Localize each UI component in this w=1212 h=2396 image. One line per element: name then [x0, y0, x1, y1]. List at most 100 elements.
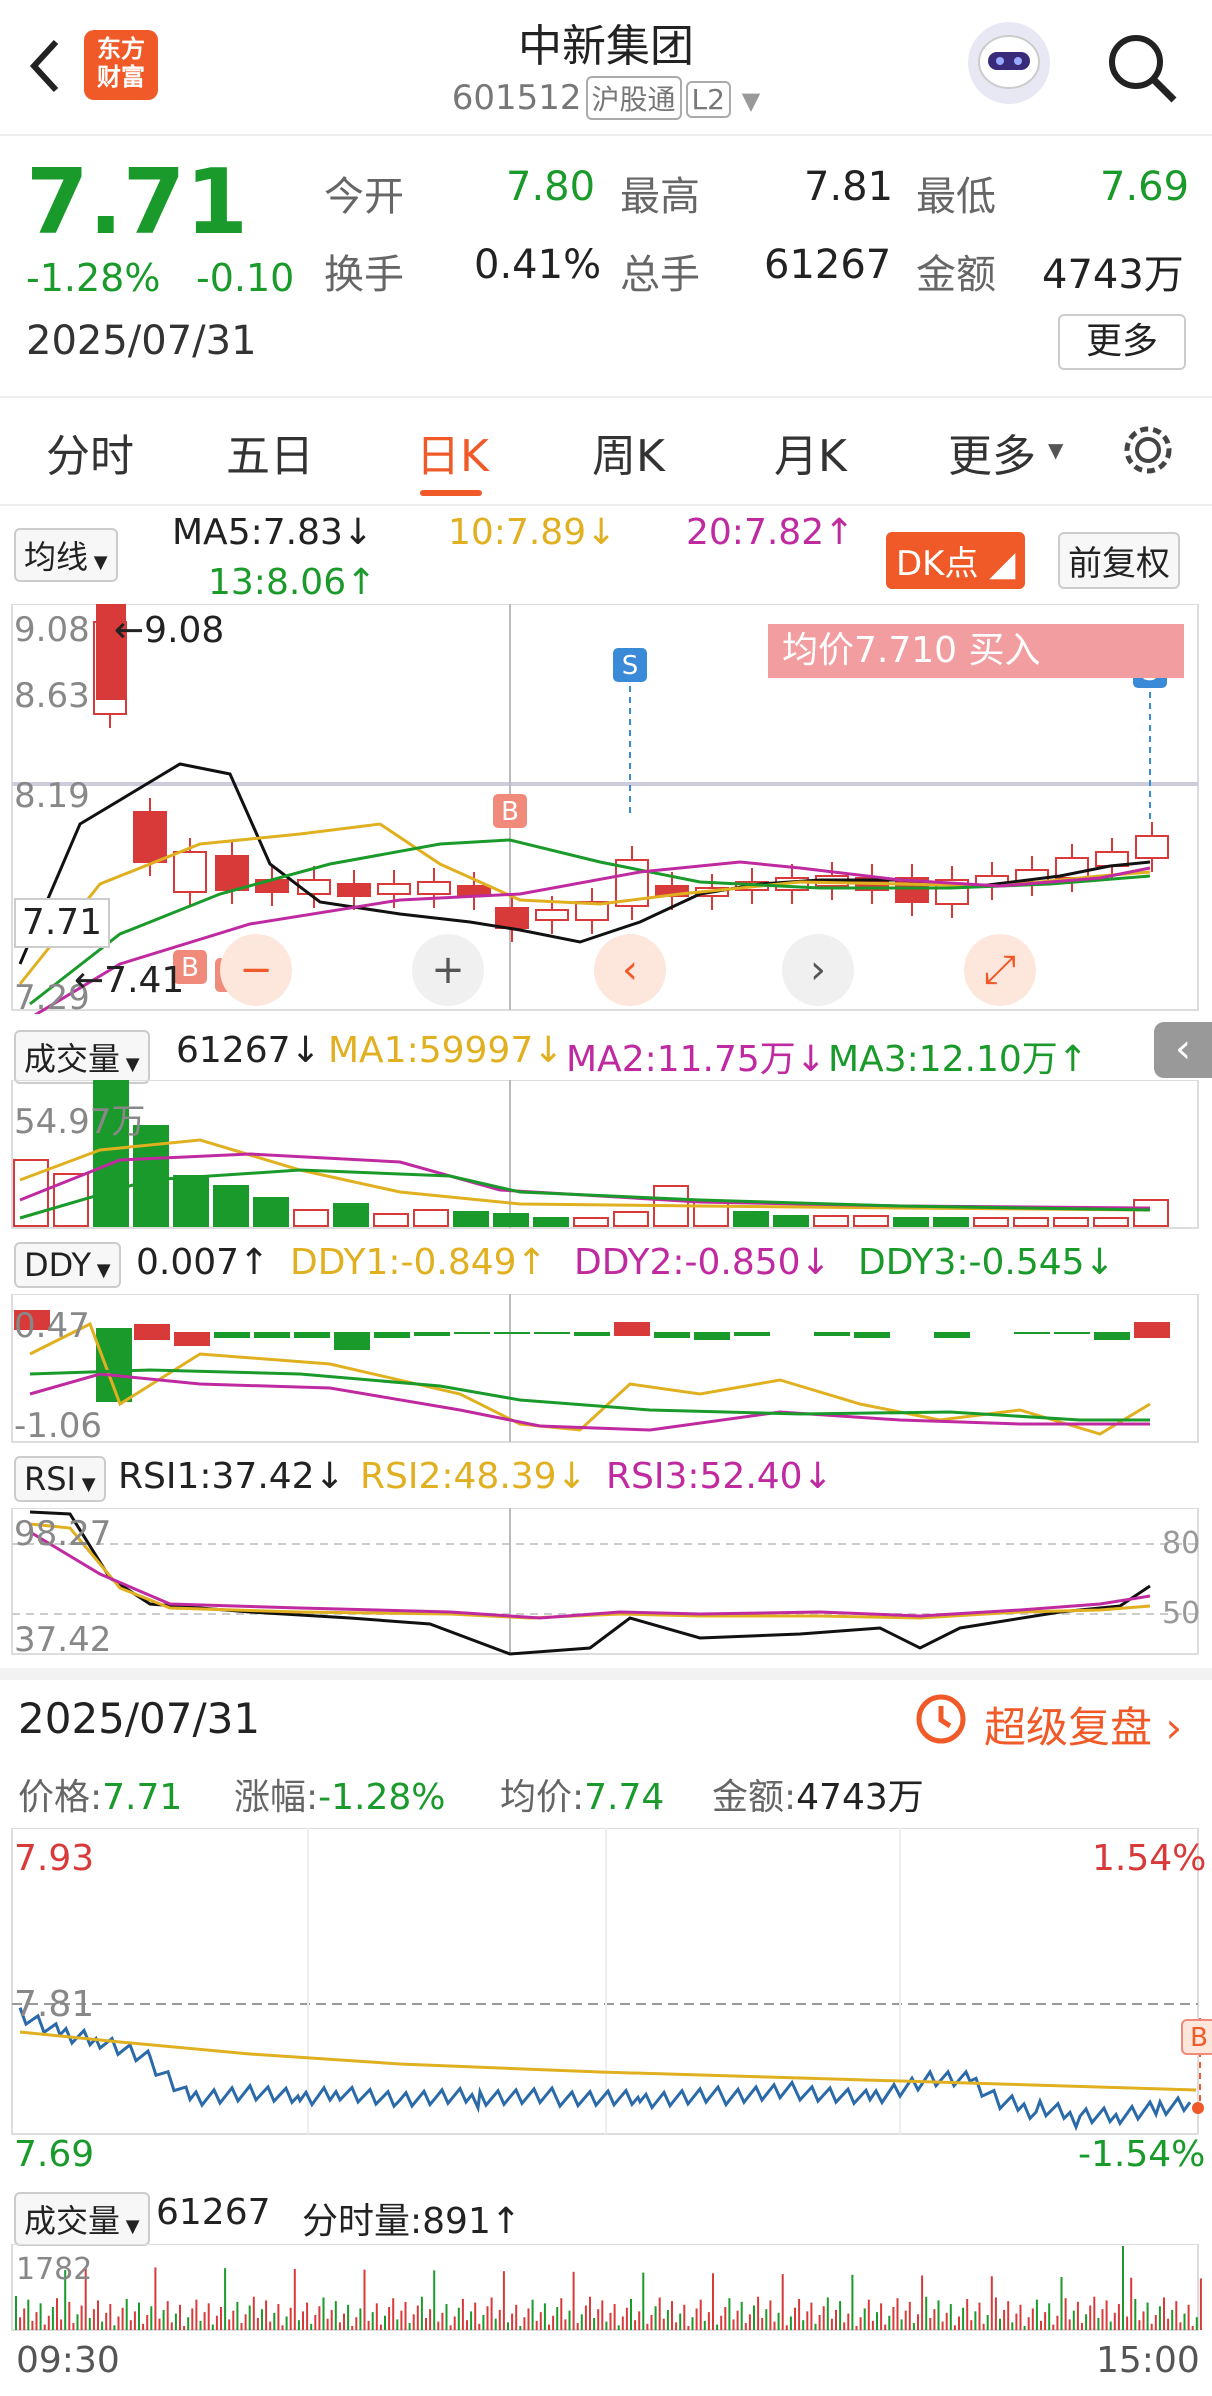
ddy-bar — [734, 1332, 770, 1336]
zoom-in-icon[interactable]: + — [412, 934, 484, 1006]
super-replay-link[interactable]: 超级复盘 › — [984, 1694, 1182, 1755]
intraday-volume-chart — [11, 2244, 1202, 2331]
ddy-bar — [134, 1324, 170, 1340]
intraday-price: 价格:7.71 — [18, 1777, 183, 1818]
intraday-avg: 均价:7.74 — [500, 1777, 665, 1818]
sell-marker-label: S — [622, 651, 639, 681]
adjust-button[interactable]: 前复权 — [1058, 532, 1180, 589]
indicator-select[interactable]: 均线 ▼ — [14, 528, 118, 582]
ddy-bar — [174, 1332, 210, 1346]
rsi1-value: RSI1:37.42↓ — [118, 1456, 345, 1497]
rsi-ymax: 98.27 — [14, 1514, 112, 1554]
intraday-ymax: 7.93 — [14, 1838, 95, 1879]
ma20-value: 20:7.82↑ — [686, 512, 855, 553]
gear-icon[interactable] — [1118, 420, 1178, 480]
fullscreen-icon[interactable]: ⤢ — [964, 934, 1036, 1006]
current-price-tag: 7.71 — [14, 898, 110, 948]
intraday-chart[interactable]: B — [0, 1828, 1212, 2138]
tab-intraday[interactable]: 分时 — [46, 420, 134, 484]
ddy-ymax: 0.47 — [14, 1306, 90, 1346]
volume-bar — [733, 1211, 769, 1227]
rsi-level-80: 80 — [1162, 1526, 1201, 1561]
intraday-pct-min: -1.54% — [1078, 2134, 1206, 2175]
low-label: 最低 — [916, 174, 996, 220]
volume-bar — [413, 1209, 449, 1227]
chevron-down-icon[interactable]: ▼ — [1048, 438, 1063, 462]
tab-more[interactable]: 更多 — [948, 420, 1036, 484]
rsi-ymin: 37.42 — [14, 1620, 112, 1660]
kline-ymax: 9.08 — [14, 610, 90, 650]
volume-bar — [813, 1215, 849, 1227]
time-end: 15:00 — [1096, 2340, 1200, 2381]
intraday-ymid: 7.81 — [14, 1984, 95, 2025]
ddy-bar — [454, 1332, 490, 1334]
ma13-value: 13:8.06↑ — [208, 562, 377, 603]
candle — [417, 881, 451, 895]
volume-bar — [1133, 1199, 1169, 1227]
ddy-ymin: -1.06 — [14, 1406, 102, 1446]
intraday-volume-max: 1782 — [16, 2252, 93, 2287]
tab-daily-k[interactable]: 日K — [416, 420, 489, 484]
high-value: 7.81 — [804, 164, 894, 210]
candle — [215, 855, 249, 891]
ddy-bar — [1094, 1332, 1130, 1340]
volume-value: 61267 — [764, 242, 892, 288]
ddy-bar — [414, 1332, 450, 1336]
volume-bar — [453, 1211, 489, 1227]
ddy-bar — [534, 1332, 570, 1334]
ddy1-value: DDY1:-0.849↑ — [290, 1242, 547, 1283]
candle — [133, 811, 167, 863]
kline-ymid1: 8.63 — [14, 676, 90, 716]
intraday-change: 涨幅:-1.28% — [234, 1777, 446, 1818]
volume-bar — [853, 1215, 889, 1227]
ddy-value: 0.007↑ — [136, 1242, 270, 1283]
volume-bar — [773, 1215, 809, 1227]
intraday-volume-now: 分时量:891↑ — [302, 2201, 522, 2242]
avg-price-banner[interactable]: 均价7.710 买入 — [768, 624, 1184, 678]
collapse-panel-icon[interactable]: ‹ — [1154, 1022, 1212, 1078]
open-label: 今开 — [324, 174, 404, 220]
robot-avatar-icon[interactable] — [968, 22, 1050, 104]
search-icon[interactable] — [1102, 28, 1182, 108]
first-page-icon[interactable]: − — [220, 934, 292, 1006]
rsi-chart — [11, 1508, 1199, 1656]
ddy-bar — [1054, 1332, 1090, 1334]
tab-five-day[interactable]: 五日 — [226, 420, 314, 484]
dk-point-button[interactable]: DK点 ◢ — [886, 532, 1026, 589]
ddy-bar — [694, 1332, 730, 1340]
tab-monthly-k[interactable]: 月K — [774, 420, 847, 484]
ddy-bar — [1134, 1322, 1170, 1338]
rsi-select[interactable]: RSI ▼ — [14, 1456, 106, 1502]
tab-weekly-k[interactable]: 周K — [592, 420, 665, 484]
volume-bar — [973, 1217, 1009, 1227]
kline-ymid2: 8.19 — [14, 776, 90, 816]
kline-min-note: ←7.41 — [74, 960, 185, 1001]
volume-bar — [213, 1185, 249, 1227]
ddy-bar — [654, 1332, 690, 1338]
change-pct: -1.28% — [26, 256, 161, 300]
chevron-down-icon[interactable]: ▼ — [742, 87, 760, 115]
ddy-bar — [294, 1332, 330, 1338]
rsi-line — [29, 1510, 1151, 1656]
prev-icon[interactable]: ‹ — [594, 934, 666, 1006]
volume-select[interactable]: 成交量 ▼ — [14, 1030, 150, 1084]
volume-ma1: MA1:59997↓ — [328, 1030, 564, 1071]
volume-label: 总手 — [620, 252, 700, 298]
candle — [173, 851, 207, 893]
intraday-pct-max: 1.54% — [1092, 1838, 1207, 1879]
volume-bar — [573, 1217, 609, 1227]
quote-date: 2025/07/31 — [26, 318, 257, 364]
more-quote-button[interactable]: 更多 — [1058, 314, 1186, 370]
clock-icon[interactable] — [914, 1692, 968, 1746]
rsi-level-50: 50 — [1162, 1596, 1201, 1631]
next-icon[interactable]: › — [782, 934, 854, 1006]
volume-bar — [893, 1217, 929, 1227]
ddy-select[interactable]: DDY ▼ — [14, 1242, 121, 1288]
intraday-ymin: 7.69 — [14, 2134, 95, 2175]
ma10-value: 10:7.89↓ — [448, 512, 617, 553]
stock-code: 601512 — [451, 78, 582, 118]
volume-bar — [1013, 1217, 1049, 1227]
candle — [337, 883, 371, 897]
intraday-volume-select[interactable]: 成交量 ▼ — [14, 2192, 150, 2246]
amount-value: 4743万 — [1042, 252, 1184, 298]
